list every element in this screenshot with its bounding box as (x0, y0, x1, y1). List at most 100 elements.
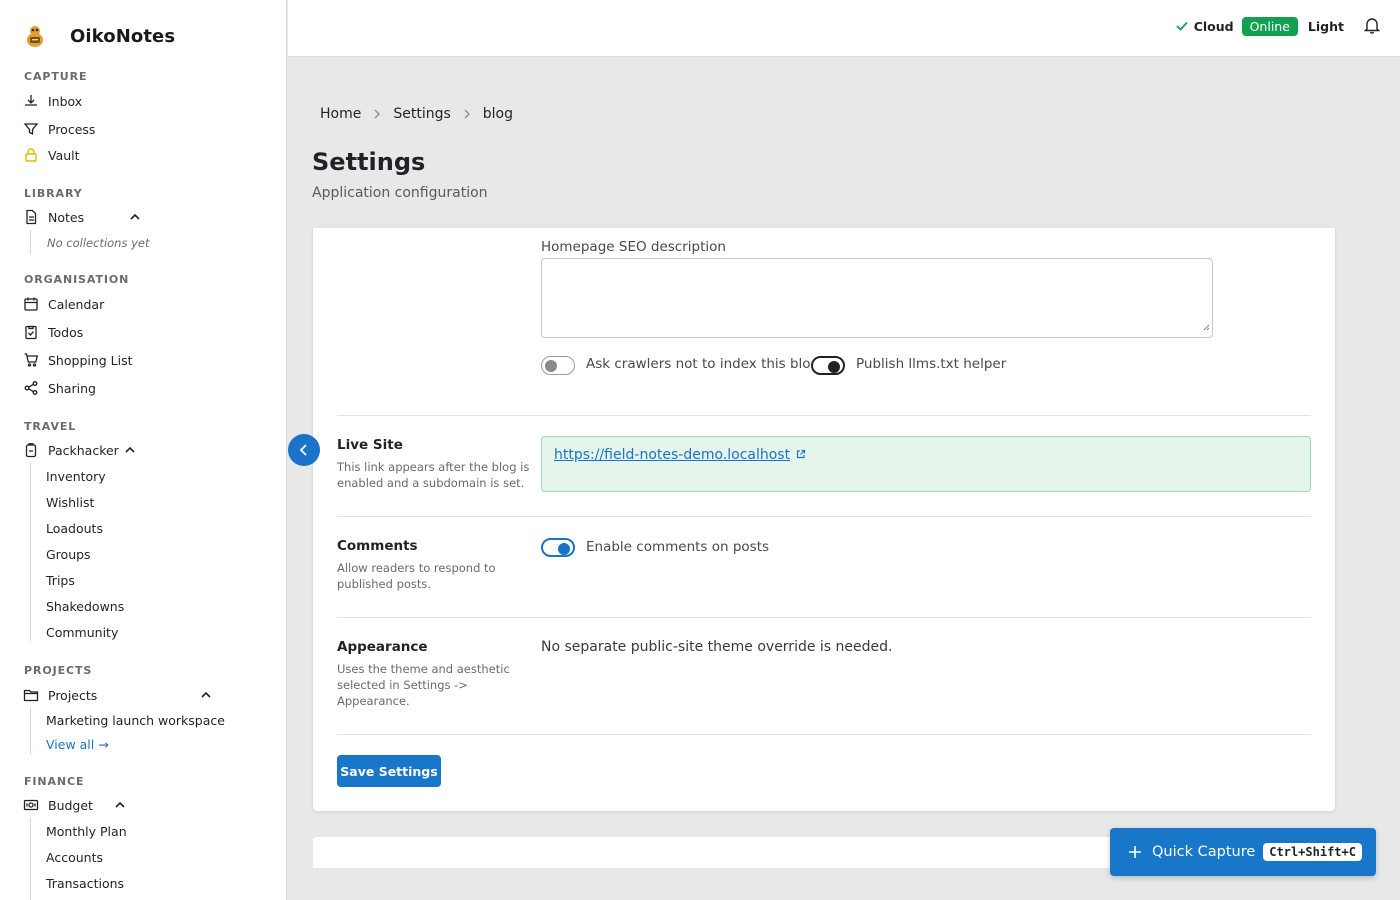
tree-line (30, 818, 31, 900)
sidebar-item-calendar[interactable]: Calendar (22, 293, 104, 315)
section-organisation: ORGANISATION (24, 273, 130, 286)
sidebar-item-project[interactable]: Marketing launch workspace (46, 710, 225, 730)
llms-toggle[interactable] (811, 356, 845, 375)
sidebar-item-inbox[interactable]: Inbox (22, 90, 82, 112)
filter-icon (22, 120, 40, 138)
inbox-icon (22, 92, 40, 110)
sidebar-item-community[interactable]: Community (46, 622, 118, 642)
noindex-label: Ask crawlers not to index this blog (586, 356, 820, 372)
live-site-title: Live Site (337, 437, 403, 453)
sidebar-item-packhacker[interactable]: Packhacker (22, 439, 135, 461)
chevron-right-icon (373, 109, 381, 119)
appearance-description: Uses the theme and aesthetic selected in… (337, 662, 510, 708)
online-badge: Online (1241, 17, 1298, 36)
resize-handle-icon[interactable] (1202, 316, 1210, 335)
sidebar-item-label: Packhacker (48, 442, 119, 458)
sidebar-item-monthly-plan[interactable]: Monthly Plan (46, 821, 127, 841)
sidebar-item-shakedowns[interactable]: Shakedowns (46, 596, 124, 616)
save-settings-button[interactable]: Save Settings (337, 755, 441, 787)
backpack-icon (22, 441, 40, 459)
sidebar-item-label: Shopping List (48, 352, 133, 368)
section-travel: TRAVEL (24, 420, 77, 433)
shortcut-badge: Ctrl+Shift+C (1263, 843, 1362, 861)
status-area: Cloud Online Light (1176, 16, 1381, 37)
collapse-sidebar-button[interactable] (288, 434, 320, 466)
brand[interactable]: OikoNotes (24, 22, 175, 50)
live-site-url: https://field-notes-demo.localhost (554, 447, 791, 463)
toggle-knob (558, 543, 570, 555)
quick-capture-button[interactable]: Quick Capture Ctrl+Shift+C (1110, 828, 1376, 876)
live-site-description: This link appears after the blog is enab… (337, 460, 530, 490)
tree-line (30, 463, 31, 641)
bell-icon[interactable] (1363, 16, 1381, 37)
sidebar-item-inventory[interactable]: Inventory (46, 466, 106, 486)
sidebar-item-sharing[interactable]: Sharing (22, 377, 96, 399)
sidebar-item-label: Projects (48, 687, 98, 703)
seo-description-label: Homepage SEO description (541, 239, 726, 255)
live-site-link[interactable]: https://field-notes-demo.localhost (554, 447, 806, 463)
cloud-status[interactable]: Cloud (1176, 19, 1234, 34)
clipboard-check-icon (22, 323, 40, 341)
divider (337, 617, 1311, 618)
document-icon (22, 208, 40, 226)
brand-logo-icon (24, 22, 58, 50)
calendar-icon (22, 295, 40, 313)
breadcrumb-settings[interactable]: Settings (393, 106, 450, 122)
sidebar-item-trips[interactable]: Trips (46, 570, 75, 590)
section-projects: PROJECTS (24, 664, 93, 677)
toggle-knob (828, 361, 840, 373)
sidebar-item-loadouts[interactable]: Loadouts (46, 518, 103, 538)
sidebar-item-shopping-list[interactable]: Shopping List (22, 349, 133, 371)
sidebar-item-label: Process (48, 121, 96, 137)
cart-icon (22, 351, 40, 369)
sidebar-item-accounts[interactable]: Accounts (46, 847, 103, 867)
empty-collections-text: No collections yet (47, 236, 150, 250)
breadcrumb: Home Settings blog (320, 106, 513, 122)
app-name: OikoNotes (70, 25, 176, 47)
view-all-projects-link[interactable]: View all → (46, 737, 109, 752)
sidebar-item-label: Inbox (48, 93, 83, 109)
sidebar-item-label: Sharing (48, 380, 96, 396)
llms-label: Publish llms.txt helper (856, 356, 1007, 372)
folder-icon (22, 686, 40, 704)
chevron-up-icon[interactable] (115, 801, 125, 809)
breadcrumb-home[interactable]: Home (320, 106, 361, 122)
chevron-right-icon (463, 109, 471, 119)
divider (337, 734, 1311, 735)
sidebar-item-label: Budget (48, 797, 93, 813)
plus-icon (1128, 845, 1142, 859)
sidebar-item-label: Todos (48, 324, 84, 340)
sidebar-item-label: Vault (48, 147, 80, 163)
seo-description-textarea[interactable] (541, 258, 1213, 338)
appearance-title: Appearance (337, 639, 428, 655)
lock-icon (22, 146, 40, 164)
breadcrumb-current: blog (482, 106, 513, 122)
cloud-label: Cloud (1193, 19, 1234, 34)
sidebar-item-todos[interactable]: Todos (22, 321, 83, 343)
quick-capture-label: Quick Capture (1152, 844, 1256, 860)
sidebar-item-budget[interactable]: Budget (22, 794, 125, 816)
tree-line (30, 708, 31, 754)
external-link-icon (796, 447, 806, 463)
sidebar-item-notes[interactable]: Notes (22, 206, 140, 228)
sidebar-item-transactions[interactable]: Transactions (46, 873, 124, 893)
chevron-up-icon[interactable] (130, 213, 140, 221)
sidebar-item-label: Calendar (48, 296, 105, 312)
section-capture: CAPTURE (24, 70, 88, 83)
theme-toggle[interactable]: Light (1308, 19, 1344, 34)
sidebar-item-wishlist[interactable]: Wishlist (46, 492, 94, 512)
sidebar-item-vault[interactable]: Vault (22, 144, 80, 166)
money-icon (22, 796, 40, 814)
comments-toggle[interactable] (541, 538, 575, 557)
sidebar-item-groups[interactable]: Groups (46, 544, 91, 564)
settings-card: Homepage SEO description Ask crawlers no… (313, 228, 1335, 811)
sidebar-item-process[interactable]: Process (22, 118, 95, 140)
page-title: Settings (312, 148, 426, 176)
sidebar-item-label: Notes (48, 209, 85, 225)
comments-description: Allow readers to respond to published po… (337, 561, 496, 591)
divider (337, 415, 1311, 416)
chevron-up-icon[interactable] (125, 446, 135, 454)
sidebar-item-projects[interactable]: Projects (22, 684, 211, 706)
chevron-up-icon[interactable] (201, 691, 211, 699)
noindex-toggle[interactable] (541, 356, 575, 375)
